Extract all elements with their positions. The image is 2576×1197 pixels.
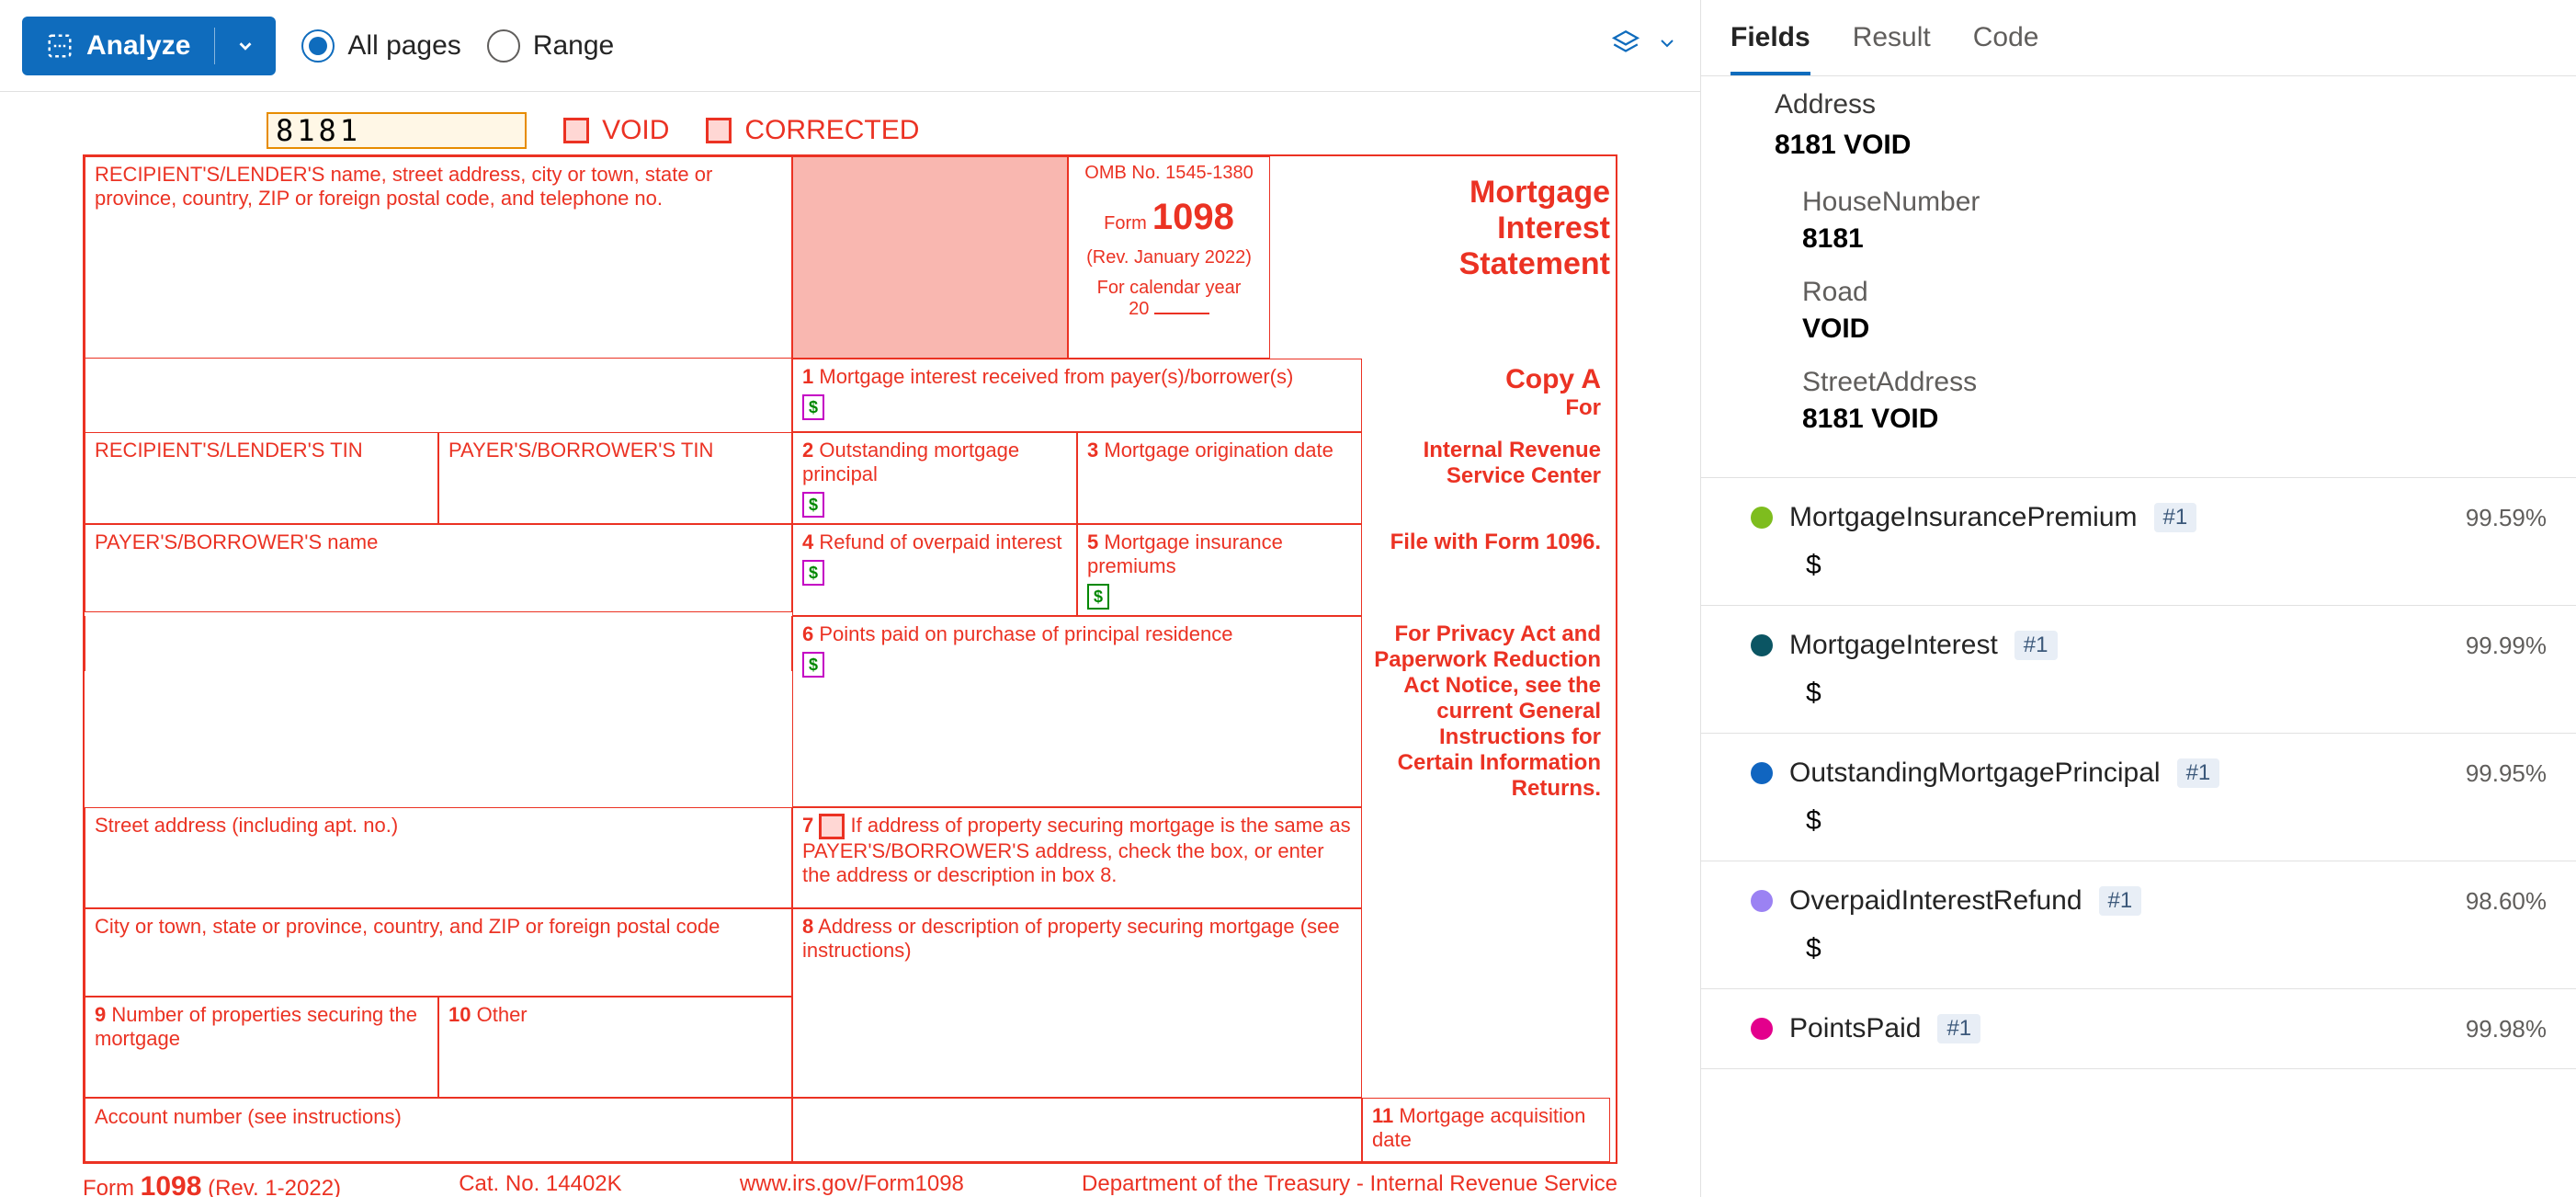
fields-list[interactable]: Address 8181 VOID HouseNumber8181 RoadVO… — [1701, 76, 2576, 1197]
toolbar: Analyze All pages Range — [0, 0, 1700, 92]
box-9: 9 Number of properties securing the mort… — [85, 997, 438, 1098]
field-badge: #1 — [2154, 503, 2197, 532]
payer-tin-cell: PAYER'S/BORROWER'S TIN — [438, 432, 792, 524]
street-cell: Street address (including apt. no.) — [85, 807, 792, 908]
box-1: 1 Mortgage interest received from payer(… — [792, 359, 1362, 432]
tab-code[interactable]: Code — [1973, 22, 2039, 75]
document-viewport[interactable]: 8181 VOID CORRECTED RECIPIENT'S/LENDER'S… — [0, 92, 1700, 1197]
corrected-checkbox: CORRECTED — [706, 115, 919, 146]
chevron-down-icon — [1656, 32, 1678, 59]
field-color-dot — [1751, 634, 1773, 656]
field-confidence: 99.98% — [2466, 1015, 2547, 1043]
field-color-dot — [1751, 890, 1773, 912]
side-tabs: Fields Result Code — [1701, 0, 2576, 76]
privacy-notice-cell: For Privacy Act and Paperwork Reduction … — [1362, 616, 1610, 807]
blank-pink-cell — [792, 156, 1068, 359]
layers-control[interactable] — [1610, 28, 1678, 63]
field-badge: #1 — [1937, 1014, 1980, 1043]
dollar-icon: $ — [802, 394, 824, 420]
box-6: 6 Points paid on purchase of principal r… — [792, 616, 1362, 807]
field-badge: #1 — [2014, 631, 2058, 660]
field-address[interactable]: Address 8181 VOID HouseNumber8181 RoadVO… — [1701, 76, 2576, 478]
irs-center-cell: Internal Revenue Service Center — [1362, 432, 1610, 524]
form-1098: 8181 VOID CORRECTED RECIPIENT'S/LENDER'S… — [83, 110, 1617, 1197]
field-badge: #1 — [2099, 886, 2142, 916]
void-checkbox: VOID — [563, 115, 669, 146]
box-5: 5 Mortgage insurance premiums $ — [1077, 524, 1362, 616]
field-name: PointsPaid — [1789, 1013, 1921, 1044]
form-code: 8181 — [276, 113, 361, 148]
all-pages-radio[interactable]: All pages — [301, 29, 460, 63]
account-cell: Account number (see instructions) — [85, 1098, 792, 1162]
field-name: OutstandingMortgagePrincipal — [1789, 758, 2161, 789]
radio-checked-icon — [301, 29, 335, 63]
field-row[interactable]: PointsPaid #1 99.98% — [1701, 989, 2576, 1069]
analyze-label: Analyze — [86, 30, 190, 62]
range-label: Range — [533, 30, 614, 62]
radio-unchecked-icon — [487, 29, 520, 63]
field-value: $ — [1751, 917, 2547, 964]
field-color-dot — [1751, 762, 1773, 784]
field-value: $ — [1751, 661, 2547, 709]
field-row[interactable]: OutstandingMortgagePrincipal #1 99.95%$ — [1701, 734, 2576, 861]
field-row[interactable]: OverpaidInterestRefund #1 98.60%$ — [1701, 861, 2576, 989]
file-1096-cell: File with Form 1096. — [1362, 524, 1610, 616]
tab-fields[interactable]: Fields — [1731, 22, 1810, 75]
box-4: 4 Refund of overpaid interest $ — [792, 524, 1077, 616]
field-color-dot — [1751, 1018, 1773, 1040]
box-2: 2 Outstanding mortgage principal $ — [792, 432, 1077, 524]
checkbox-icon — [819, 814, 845, 839]
analyze-button[interactable]: Analyze — [22, 17, 276, 75]
side-panel: Fields Result Code Address 8181 VOID Hou… — [1701, 0, 2576, 1197]
dollar-icon: $ — [802, 492, 824, 518]
field-value: $ — [1751, 789, 2547, 837]
form-footer: Form 1098 (Rev. 1-2022) Cat. No. 14402K … — [83, 1164, 1617, 1197]
dollar-icon: $ — [1087, 584, 1109, 610]
city-cell: City or town, state or province, country… — [85, 908, 792, 997]
field-value: $ — [1751, 533, 2547, 581]
field-name: MortgageInterest — [1789, 630, 1998, 661]
box-8: 8 Address or description of property sec… — [792, 908, 1362, 997]
box-3: 3 Mortgage origination date — [1077, 432, 1362, 524]
all-pages-label: All pages — [347, 30, 460, 62]
address-value: 8181 VOID — [1775, 130, 2539, 161]
recipient-name-cell: RECIPIENT'S/LENDER'S name, street addres… — [85, 156, 792, 359]
field-row[interactable]: MortgageInsurancePremium #1 99.59%$ — [1701, 478, 2576, 606]
tab-result[interactable]: Result — [1853, 22, 1931, 75]
corrected-label: CORRECTED — [744, 115, 919, 146]
field-color-dot — [1751, 507, 1773, 529]
field-confidence: 99.95% — [2466, 759, 2547, 788]
range-radio[interactable]: Range — [487, 29, 614, 63]
void-label: VOID — [602, 115, 669, 146]
recipient-tin-cell: RECIPIENT'S/LENDER'S TIN — [85, 432, 438, 524]
form-title-cell: Mortgage Interest Statement — [1270, 156, 1610, 359]
layers-icon — [1610, 28, 1641, 63]
payer-name-cell: PAYER'S/BORROWER'S name — [85, 524, 792, 612]
copy-a-cell: Copy A For — [1362, 359, 1610, 432]
analyze-dropdown[interactable] — [215, 36, 276, 56]
field-name: OverpaidInterestRefund — [1789, 885, 2082, 917]
dollar-icon: $ — [802, 652, 824, 678]
address-label: Address — [1775, 89, 2539, 120]
box-10: 10 Other — [438, 997, 792, 1098]
analyze-icon — [46, 32, 74, 60]
checkbox-icon — [563, 118, 589, 143]
field-name: MortgageInsurancePremium — [1789, 502, 2138, 533]
form-code-box: 8181 — [267, 112, 527, 149]
form-id-cell: OMB No. 1545-1380 Form 1098 (Rev. Januar… — [1068, 156, 1270, 359]
field-confidence: 99.59% — [2466, 504, 2547, 532]
dollar-icon: $ — [802, 560, 824, 586]
box-11: 11 Mortgage acquisition date — [1362, 1098, 1610, 1162]
field-confidence: 99.99% — [2466, 632, 2547, 660]
checkbox-icon — [706, 118, 732, 143]
field-row[interactable]: MortgageInterest #1 99.99%$ — [1701, 606, 2576, 734]
box-7: 7 If address of property securing mortga… — [792, 807, 1362, 908]
field-confidence: 98.60% — [2466, 887, 2547, 916]
field-badge: #1 — [2177, 758, 2220, 788]
